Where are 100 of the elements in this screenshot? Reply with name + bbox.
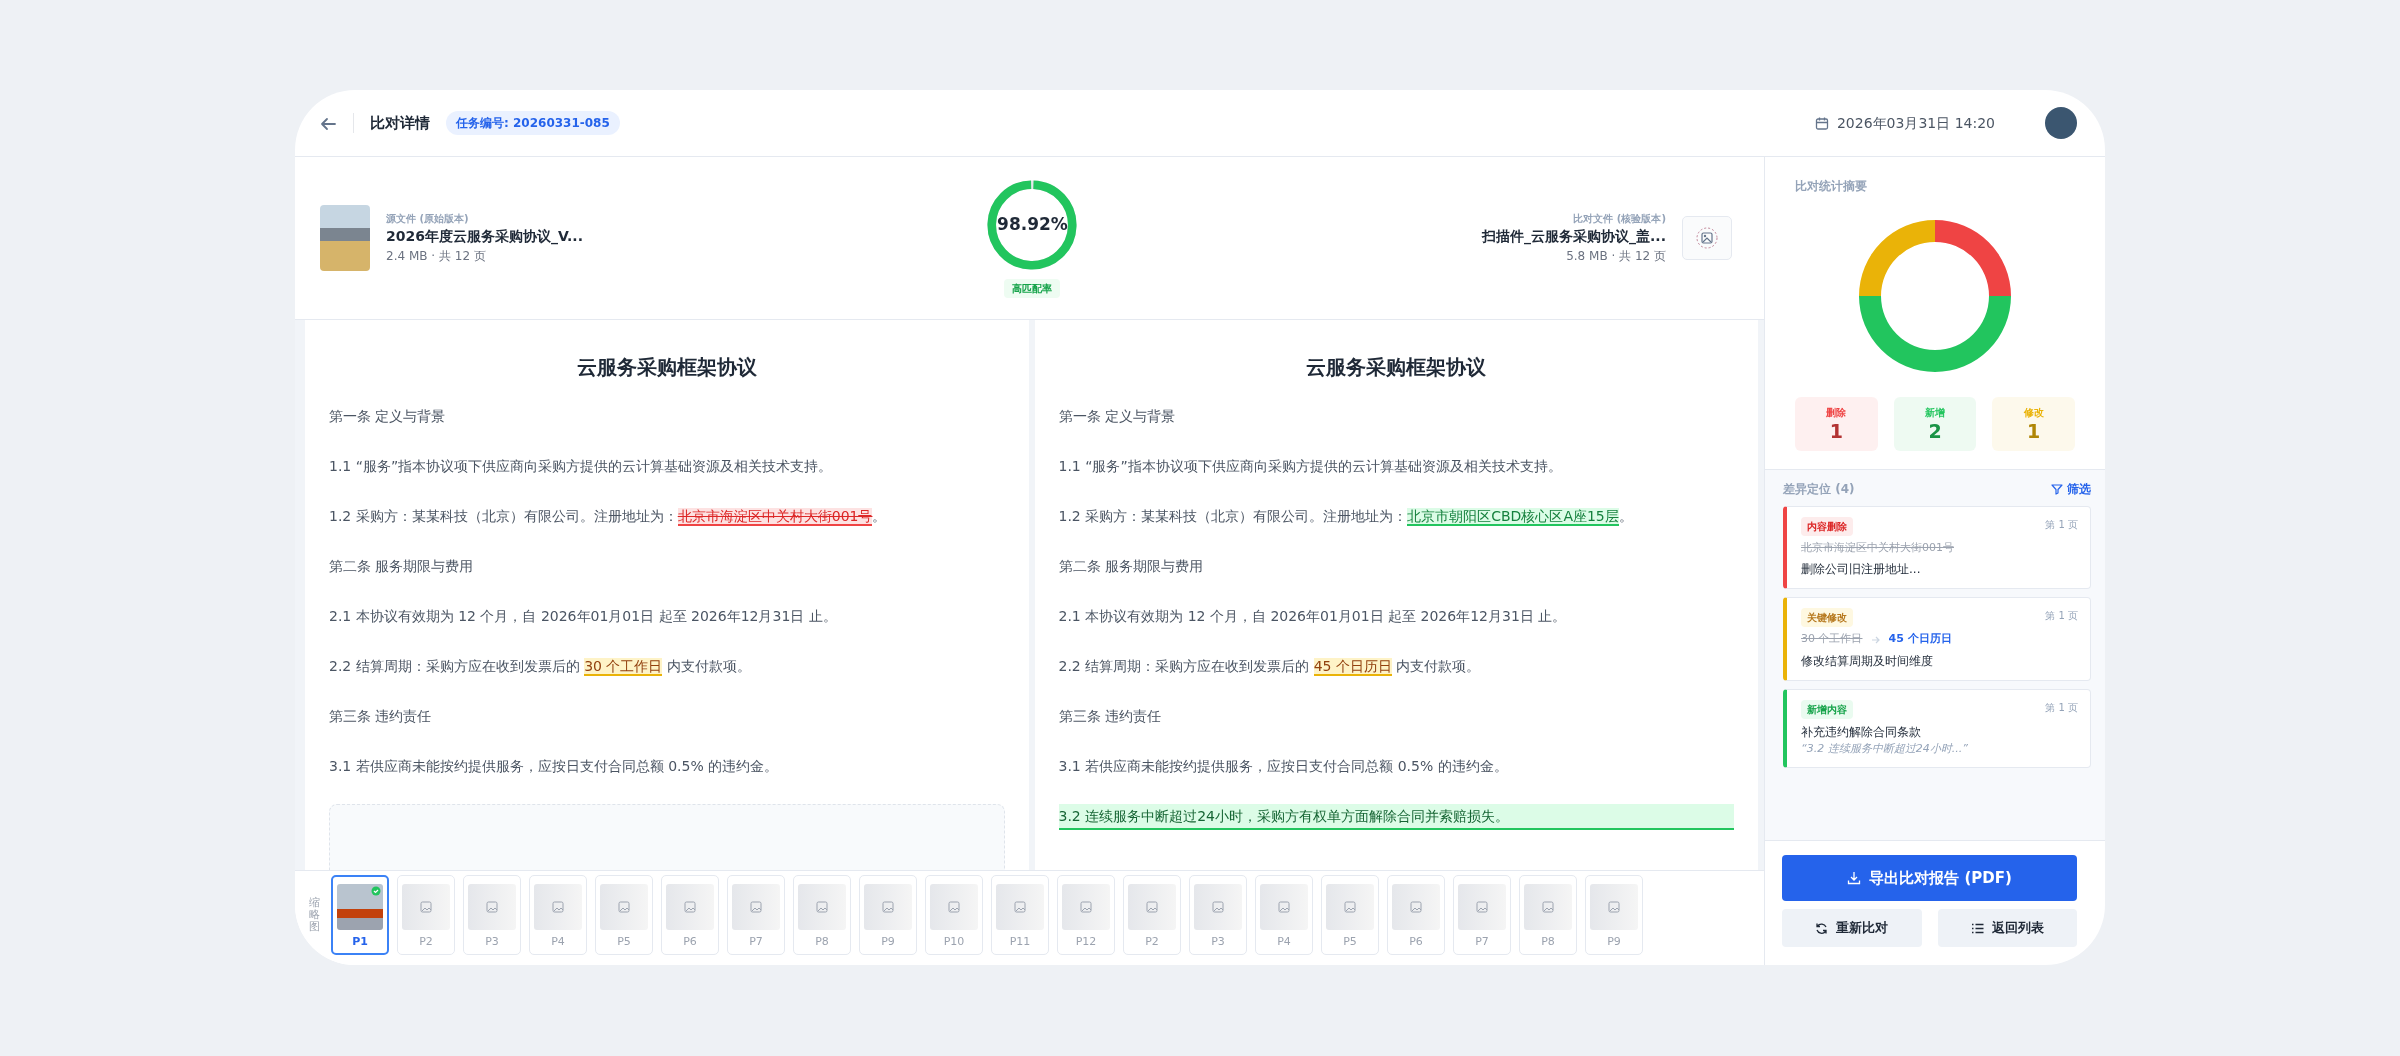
clause-text: 3.1 若供应商未能按约提供服务，应按日支付合同总额 0.5% 的违约金。 [329,757,780,776]
page-thumbnail[interactable]: P8 [793,875,851,955]
image-icon [1080,900,1092,913]
added-clause-text: 3.2 连续服务中断超过24小时，采购方有权单方面解除合同并索赔损失。 [1058,804,1734,830]
image-icon [1410,900,1422,913]
page-thumbnail[interactable]: P6 [1387,875,1445,955]
calendar-icon [1814,116,1829,130]
clause-text: 1.1 “服务”指本协议项下供应商向采购方提供的云计算基础资源及相关技术支持。 [329,457,834,476]
stat-label: 修改 [2022,406,2045,420]
filter-icon [2051,482,2063,495]
page-thumbnail[interactable]: P7 [727,875,785,955]
clause-text: 2.2 结算周期：采购方应在收到发票后的 30 个工作日 内支付款项。 [329,657,752,678]
page-thumbnail[interactable]: P12 [1057,875,1115,955]
section-heading: 第二条 服务期限与费用 [1058,557,1204,576]
page-thumbnail[interactable]: P5 [1321,875,1379,955]
page-thumbnail[interactable]: P6 [661,875,719,955]
section-title: 差异定位 (4) [1783,480,1855,498]
page-thumbnail[interactable]: P5 [595,875,653,955]
image-icon [1542,900,1554,913]
stat-value: 1 [1828,420,1844,443]
image-icon [420,900,432,913]
clause-text: 2.2 结算周期：采购方应在收到发票后的 45 个日历日 内支付款项。 [1058,657,1482,678]
download-icon [1847,871,1862,885]
file-name: 2026年度云服务采购协议_V... [386,227,583,247]
page-thumbnail[interactable]: P2 [1123,875,1181,955]
file-meta: 5.8 MB · 共 12 页 [1565,248,1666,265]
back-to-list-button[interactable]: 返回列表 [1937,909,2077,947]
stat-label: 新增 [1924,406,1946,420]
document-title: 云服务采购框架协议 [575,354,758,381]
clause-text: 1.1 “服务”指本协议项下供应商向采购方提供的云计算基础资源及相关技术支持。 [1058,457,1563,476]
image-icon [486,900,498,913]
section-heading: 第三条 违约责任 [329,707,433,726]
difference-description: 删除公司旧注册地址... [1801,561,1922,579]
filter-link[interactable]: 筛选 [2051,479,2091,498]
clause-text: 1.2 采购方：某某科技（北京）有限公司。注册地址为：北京市朝阳区CBD核心区A座15层。 [1058,507,1634,528]
page-number: 第 1 页 [2045,517,2078,532]
difference-card[interactable]: 新增内容 第 1 页 补充违约解除合同条款 “3.2 连续服务中断超过24小时...” [1783,688,2091,769]
image-icon [750,900,762,913]
page-thumbnail[interactable]: P10 [925,875,983,955]
image-icon [684,900,696,913]
image-icon [1695,226,1719,250]
image-icon [816,900,828,913]
refresh-icon [1815,921,1829,935]
page-thumbnail[interactable]: P7 [1453,875,1511,955]
match-rate: 98.92% [997,212,1068,236]
page-thumbnail[interactable]: P1 [331,875,389,955]
page-thumbnail[interactable]: P9 [1585,875,1643,955]
page-thumbnail[interactable]: P11 [991,875,1049,955]
file-caption: 比对文件 (核验版本) [1572,212,1666,226]
section-heading: 第一条 定义与背景 [329,407,447,426]
page-thumbnail[interactable]: P3 [463,875,521,955]
file-name: 扫描件_云服务采购协议_盖... [1482,227,1666,247]
image-icon [1476,900,1488,913]
difference-tag: 关键修改 [1801,608,1853,628]
image-icon [618,900,630,913]
task-id-badge: 任务编号: 20260331-085 [446,111,620,135]
difference-tag: 新增内容 [1801,699,1853,719]
image-icon [552,900,564,913]
file-caption: 源文件 (原始版本) [386,212,470,226]
difference-description: 修改结算周期及时间维度 [1801,652,1934,670]
image-icon [1212,900,1224,913]
quoted-text: “3.2 连续服务中断超过24小时...” [1801,740,1969,757]
clause-text: 2.1 本协议有效期为 12 个月，自 2026年01月01日 起至 2026年12月31日 止。 [1058,607,1568,626]
export-button[interactable]: 导出比对报告 (PDF) [1782,855,2077,901]
page-thumbnail[interactable]: P4 [1255,875,1313,955]
difference-card[interactable]: 内容删除 第 1 页 北京市海淀区中关村大街001号 删除公司旧注册地址... [1783,505,2091,590]
check-icon [371,885,381,896]
page-thumbnail[interactable]: P8 [1519,875,1577,955]
rerun-button[interactable]: 重新比对 [1782,909,1922,947]
difference-tag: 内容删除 [1801,516,1853,536]
image-icon [1608,900,1620,913]
removed-text: 北京市海淀区中关村大街001号 [1801,539,1954,556]
image-icon [1146,900,1158,913]
file-meta: 2.4 MB · 共 12 页 [386,248,487,265]
stat-value: 2 [1927,420,1943,443]
page-thumbnail[interactable]: P2 [397,875,455,955]
section-heading: 第二条 服务期限与费用 [329,557,475,576]
page-thumbnail[interactable]: P9 [859,875,917,955]
image-icon [1014,900,1026,913]
image-icon [1344,900,1356,913]
clause-text: 1.2 采购方：某某科技（北京）有限公司。注册地址为：北京市海淀区中关村大街001号。 [329,507,888,528]
photo-placeholder [320,205,370,271]
image-icon [948,900,960,913]
page-title: 比对详情 [370,112,430,134]
page-thumbnail[interactable]: P4 [529,875,587,955]
clause-text: 3.1 若供应商未能按约提供服务，应按日支付合同总额 0.5% 的违约金。 [1058,757,1509,776]
difference-card[interactable]: 关键修改 第 1 页 30 个工作日 45 个日历日 修改结算周期及时间维度 [1783,597,2091,681]
section-heading: 第三条 违约责任 [1058,707,1162,726]
match-badge: 高匹配率 [1004,278,1061,298]
new-text: 45 个日历日 [1888,631,1952,648]
stat-label: 删除 [1825,406,1848,420]
arrow-icon [1870,634,1881,645]
page-number: 第 1 页 [2045,700,2078,715]
document-title: 云服务采购框架协议 [1305,354,1488,381]
list-icon [1970,921,1984,935]
page-number: 第 1 页 [2045,609,2078,624]
clause-text: 2.1 本协议有效期为 12 个月，自 2026年01月01日 起至 2026年12月31日 止。 [329,607,838,626]
page-thumbnail[interactable]: P3 [1189,875,1247,955]
stat-value: 1 [2026,420,2042,443]
user-avatar[interactable] [2045,107,2077,139]
